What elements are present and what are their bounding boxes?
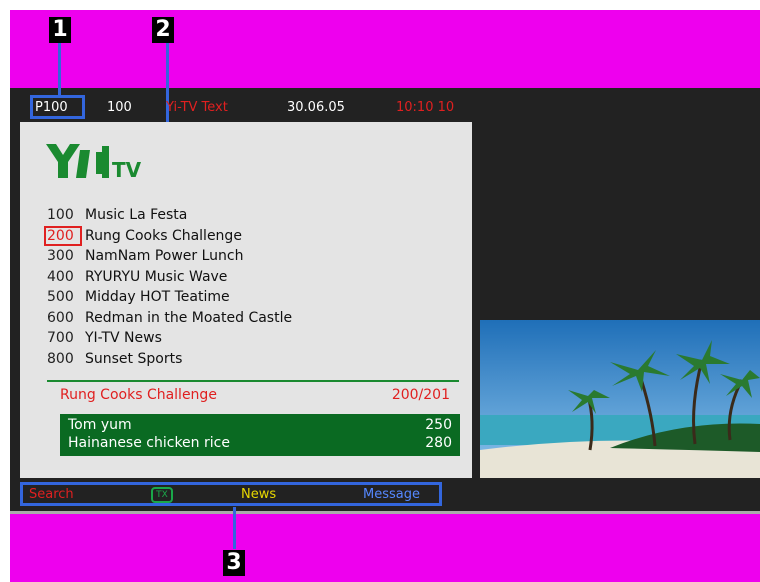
callout-1: 1 <box>49 17 71 43</box>
page-index-list: 100 Music La Festa 200 Rung Cooks Challeng… <box>44 205 292 370</box>
index-row[interactable]: 800 Sunset Sports <box>45 349 292 370</box>
news-button[interactable]: News <box>241 487 276 502</box>
program-page-range: 200/201 <box>391 387 450 403</box>
time-display: 10:10 10 <box>396 100 455 115</box>
recipe-list-box: Tom yum 250 Hainanese chicken rice 280 <box>60 414 460 456</box>
recipe-name: Hainanese chicken rice <box>68 435 230 451</box>
callout-3: 3 <box>223 550 245 576</box>
service-name: Yi-TV Text <box>166 100 228 115</box>
selected-page-box <box>44 225 82 246</box>
tv-picture-beach <box>480 320 760 478</box>
recipe-row[interactable]: Hainanese chicken rice 280 <box>68 435 452 451</box>
recipe-row[interactable]: Tom yum 250 <box>68 417 452 433</box>
callout-3-leader <box>233 507 236 549</box>
date-display: 30.06.05 <box>287 100 345 115</box>
teletext-status-bar: P100 100 Yi-TV Text 30.06.05 10:10 10 <box>10 95 480 119</box>
index-row[interactable]: 700 YI-TV News <box>45 328 292 349</box>
search-button[interactable]: Search <box>29 487 74 502</box>
index-row[interactable]: 100 Music La Festa <box>45 205 292 226</box>
current-page-number: 100 <box>107 100 132 115</box>
callout-2: 2 <box>152 17 174 43</box>
recipe-name: Tom yum <box>68 417 132 433</box>
svg-text:TV: TV <box>112 158 142 182</box>
program-title: Rung Cooks Challenge <box>60 387 217 403</box>
index-row[interactable]: 600 Redman in the Moated Castle <box>45 308 292 329</box>
index-row-selected[interactable]: 200 Rung Cooks Challenge <box>44 225 292 247</box>
index-row[interactable]: 500 Midday HOT Teatime <box>45 287 292 308</box>
yi-tv-logo: TV <box>46 144 142 182</box>
recipe-page: 280 <box>425 435 452 451</box>
page-indicator: P100 <box>35 100 68 115</box>
teletext-page-panel: TV 100 Music La Festa 200 Rung Cooks Chall… <box>20 122 472 478</box>
divider <box>47 380 459 382</box>
screen-bottom-edge <box>10 511 760 514</box>
teletext-icon[interactable]: TX <box>151 487 173 503</box>
index-row[interactable]: 300 NamNam Power Lunch <box>45 246 292 267</box>
fastext-nav-bar: Search TX News Message <box>20 482 442 506</box>
index-row[interactable]: 400 RYURYU Music Wave <box>45 267 292 288</box>
message-button[interactable]: Message <box>363 487 420 502</box>
callout-1-leader <box>58 43 61 97</box>
recipe-page: 250 <box>425 417 452 433</box>
